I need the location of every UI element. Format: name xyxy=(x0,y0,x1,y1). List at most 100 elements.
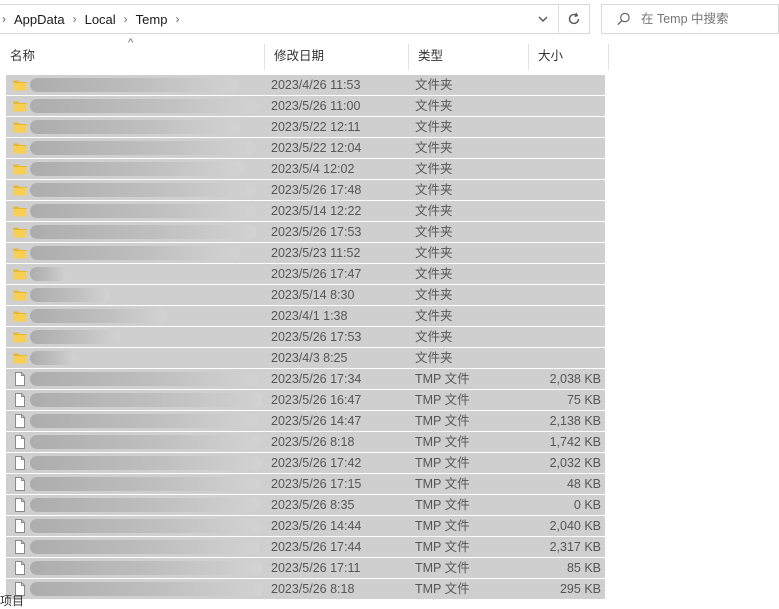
file-name[interactable] xyxy=(30,537,262,557)
file-name[interactable] xyxy=(30,285,262,305)
redacted-name-overlay xyxy=(30,414,258,428)
folder-row[interactable]: 2023/5/26 17:47 文件夹 xyxy=(6,264,605,285)
file-row[interactable]: 2023/5/26 17:44 TMP 文件 2,317 KB xyxy=(6,537,605,558)
file-row[interactable]: 2023/5/26 8:18 TMP 文件 295 KB xyxy=(6,579,605,600)
file-name[interactable] xyxy=(30,222,262,242)
file-date-modified: 2023/4/1 1:38 xyxy=(271,309,348,323)
column-date-modified[interactable]: 修改日期 xyxy=(264,42,408,70)
folder-row[interactable]: 2023/5/26 17:53 文件夹 xyxy=(6,327,605,348)
file-name[interactable] xyxy=(30,327,262,347)
file-name[interactable] xyxy=(30,348,262,368)
folder-row[interactable]: 2023/5/26 11:00 文件夹 xyxy=(6,96,605,117)
folder-icon xyxy=(13,101,27,112)
file-icon xyxy=(15,372,25,386)
file-name[interactable] xyxy=(30,432,262,452)
folder-icon xyxy=(13,290,27,301)
file-name[interactable] xyxy=(30,474,262,494)
folder-row[interactable]: 2023/5/26 17:48 文件夹 xyxy=(6,180,605,201)
folder-row[interactable]: 2023/5/14 8:30 文件夹 xyxy=(6,285,605,306)
file-icon xyxy=(15,393,25,407)
file-icon xyxy=(15,498,25,512)
file-row[interactable]: 2023/5/26 17:11 TMP 文件 85 KB xyxy=(6,558,605,579)
file-name[interactable] xyxy=(30,201,262,221)
column-size[interactable]: 大小 xyxy=(528,42,608,70)
folder-row[interactable]: 2023/4/1 1:38 文件夹 xyxy=(6,306,605,327)
breadcrumb-separator-icon: › xyxy=(175,12,180,26)
redacted-name-overlay xyxy=(30,246,240,260)
file-icon xyxy=(15,435,25,449)
folder-row[interactable]: 2023/4/3 8:25 文件夹 xyxy=(6,348,605,369)
file-date-modified: 2023/5/22 12:11 xyxy=(271,120,361,134)
folder-row[interactable]: 2023/5/22 12:04 文件夹 xyxy=(6,138,605,159)
redacted-name-overlay xyxy=(30,78,238,92)
search-input[interactable] xyxy=(639,11,778,27)
file-date-modified: 2023/5/4 12:02 xyxy=(271,162,355,176)
file-row[interactable]: 2023/5/26 14:47 TMP 文件 2,138 KB xyxy=(6,411,605,432)
file-size: 295 KB xyxy=(559,582,601,596)
redacted-name-overlay xyxy=(30,372,258,386)
address-bar[interactable]: › AppData › Local › Temp › xyxy=(0,4,590,34)
file-name[interactable] xyxy=(30,243,262,263)
refresh-button[interactable] xyxy=(558,5,589,33)
file-name[interactable] xyxy=(30,96,262,116)
file-type: 文件夹 xyxy=(415,204,453,218)
file-name[interactable] xyxy=(30,138,262,158)
folder-row[interactable]: 2023/5/22 12:11 文件夹 xyxy=(6,117,605,138)
file-date-modified: 2023/5/26 17:34 xyxy=(271,372,362,386)
column-name[interactable]: 名称 xyxy=(0,42,264,70)
redacted-name-overlay xyxy=(30,393,262,407)
file-icon xyxy=(15,414,25,428)
file-type: TMP 文件 xyxy=(415,582,470,596)
file-row[interactable]: 2023/5/26 17:34 TMP 文件 2,038 KB xyxy=(6,369,605,390)
file-name[interactable] xyxy=(30,390,262,410)
folder-row[interactable]: 2023/5/4 12:02 文件夹 xyxy=(6,159,605,180)
folder-icon xyxy=(13,311,27,322)
file-size: 2,038 KB xyxy=(549,372,601,386)
file-name[interactable] xyxy=(30,75,262,95)
file-row[interactable]: 2023/5/26 8:35 TMP 文件 0 KB xyxy=(6,495,605,516)
file-name[interactable] xyxy=(30,558,262,578)
file-row[interactable]: 2023/5/26 16:47 TMP 文件 75 KB xyxy=(6,390,605,411)
file-row[interactable]: 2023/5/26 17:15 TMP 文件 48 KB xyxy=(6,474,605,495)
file-name[interactable] xyxy=(30,159,262,179)
file-date-modified: 2023/5/22 12:04 xyxy=(271,141,362,155)
column-type[interactable]: 类型 xyxy=(408,42,528,70)
redacted-name-overlay xyxy=(30,540,260,554)
file-row[interactable]: 2023/5/26 17:42 TMP 文件 2,032 KB xyxy=(6,453,605,474)
folder-row[interactable]: 2023/5/14 12:22 文件夹 xyxy=(6,201,605,222)
file-name[interactable] xyxy=(30,516,262,536)
file-name[interactable] xyxy=(30,117,262,137)
breadcrumb-temp[interactable]: Temp xyxy=(130,12,174,27)
folder-row[interactable]: 2023/5/23 11:52 文件夹 xyxy=(6,243,605,264)
file-row[interactable]: 2023/5/26 14:44 TMP 文件 2,040 KB xyxy=(6,516,605,537)
file-size: 1,742 KB xyxy=(549,435,601,449)
file-name[interactable] xyxy=(30,453,262,473)
file-name[interactable] xyxy=(30,369,262,389)
file-name[interactable] xyxy=(30,306,262,326)
file-icon xyxy=(15,561,25,575)
file-name[interactable] xyxy=(30,579,262,599)
file-row[interactable]: 2023/5/26 8:18 TMP 文件 1,742 KB xyxy=(6,432,605,453)
file-date-modified: 2023/5/26 17:53 xyxy=(271,330,362,344)
folder-row[interactable]: 2023/4/26 11:53 文件夹 xyxy=(6,75,605,96)
breadcrumb-local[interactable]: Local xyxy=(79,12,122,27)
file-name[interactable] xyxy=(30,495,262,515)
redacted-name-overlay xyxy=(30,288,110,302)
folder-row[interactable]: 2023/5/26 17:53 文件夹 xyxy=(6,222,605,243)
file-type: 文件夹 xyxy=(415,246,453,260)
file-type: TMP 文件 xyxy=(415,435,470,449)
file-size: 2,138 KB xyxy=(549,414,601,428)
file-name[interactable] xyxy=(30,264,262,284)
column-divider[interactable] xyxy=(608,44,609,70)
breadcrumb-appdata[interactable]: AppData xyxy=(8,12,71,27)
address-history-dropdown[interactable] xyxy=(530,5,556,33)
file-date-modified: 2023/5/26 17:11 xyxy=(271,561,361,575)
search-box[interactable] xyxy=(601,4,779,34)
file-name[interactable] xyxy=(30,180,262,200)
redacted-name-overlay xyxy=(30,141,256,155)
file-type: 文件夹 xyxy=(415,183,453,197)
file-size: 75 KB xyxy=(566,393,601,407)
file-type: TMP 文件 xyxy=(415,498,470,512)
file-date-modified: 2023/5/26 17:47 xyxy=(271,267,362,281)
file-name[interactable] xyxy=(30,411,262,431)
